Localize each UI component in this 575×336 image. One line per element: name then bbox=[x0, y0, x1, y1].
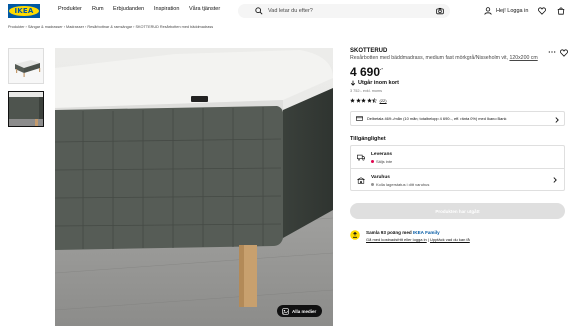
family-points-text: Samla 93 poäng med IKEA Family bbox=[366, 230, 440, 235]
price-suffix: .- bbox=[380, 66, 384, 72]
finance-offer[interactable]: Delbetala 469:-/mån (10 mån; totalbelopp… bbox=[350, 111, 565, 126]
status-dot-red bbox=[371, 159, 374, 163]
logo-text: IKEA bbox=[14, 7, 34, 15]
availability-box: Leverans Säljs inte Varuhus Kolla lagers… bbox=[350, 145, 565, 191]
product-description-text: Resårbotten med bäddmadrass, medium fast… bbox=[350, 55, 510, 61]
ikea-logo[interactable]: IKEA bbox=[8, 4, 40, 18]
family-points-prefix: Samla 93 poäng med bbox=[366, 230, 413, 235]
star-full-icon bbox=[366, 98, 372, 103]
family-join-link[interactable]: Gå med kostnadsfritt eller logga in bbox=[366, 237, 427, 242]
thumbnail-image-closeup bbox=[9, 92, 43, 126]
star-full-icon bbox=[355, 98, 361, 103]
favourite-heart-icon[interactable] bbox=[560, 49, 568, 57]
delivery-status: Säljs inte bbox=[371, 159, 392, 164]
gallery-icon bbox=[282, 307, 289, 315]
store-status: Kolla lagerstatus i ditt varuhus bbox=[371, 182, 429, 187]
nav-item-services[interactable]: Våra tjänster bbox=[189, 6, 220, 12]
truck-icon bbox=[357, 154, 365, 161]
buy-button-label: Produkten har utgått bbox=[435, 208, 480, 214]
delivery-title: Leverans bbox=[371, 152, 393, 157]
star-half-icon bbox=[372, 98, 377, 103]
product-rating[interactable]: (22) bbox=[350, 98, 387, 103]
finance-text: Delbetala 469:-/mån (10 mån; totalbelopp… bbox=[367, 116, 507, 121]
more-options-icon[interactable] bbox=[548, 50, 556, 54]
all-media-button[interactable]: Alla medier bbox=[277, 305, 322, 317]
search-placeholder: Vad letar du efter? bbox=[268, 7, 313, 14]
site-header: IKEA Produkter Rum Erbjudanden Inspirati… bbox=[0, 0, 575, 22]
heart-icon[interactable] bbox=[538, 7, 546, 15]
family-badge-icon bbox=[350, 230, 360, 240]
search-input[interactable]: Vad letar du efter? bbox=[238, 4, 450, 18]
cart-icon[interactable] bbox=[557, 7, 565, 15]
nav-item-inspiration[interactable]: Inspiration bbox=[154, 6, 179, 12]
nav-item-rooms[interactable]: Rum bbox=[92, 6, 104, 12]
delivery-row[interactable]: Leverans Säljs inte bbox=[351, 146, 564, 169]
thumbnail-image-product bbox=[9, 49, 43, 83]
product-description: Resårbotten med bäddmadrass, medium fast… bbox=[350, 55, 538, 61]
buy-button-disabled[interactable]: Produkten har utgått bbox=[350, 203, 565, 219]
availability-title: Tillgänglighet bbox=[350, 136, 386, 142]
family-links: Gå med kostnadsfritt eller logga in | Up… bbox=[366, 237, 470, 242]
search-icon bbox=[255, 7, 263, 15]
breadcrumb[interactable]: Produkter › Sängar & madrasser › Madrass… bbox=[8, 25, 213, 29]
chevron-right-icon bbox=[555, 116, 559, 123]
thumbnail-1[interactable] bbox=[8, 48, 44, 84]
arrow-down-icon bbox=[350, 80, 356, 86]
product-price: 4 690.- bbox=[350, 65, 383, 79]
star-full-icon bbox=[361, 98, 366, 103]
product-main-image[interactable]: Alla medier bbox=[55, 48, 333, 326]
camera-icon[interactable] bbox=[436, 7, 444, 15]
nav-item-products[interactable]: Produkter bbox=[58, 6, 82, 12]
nav-item-offers[interactable]: Erbjudanden bbox=[113, 6, 144, 12]
store-icon bbox=[357, 177, 365, 184]
all-media-label: Alla medier bbox=[292, 308, 317, 314]
status-dot-gray bbox=[371, 182, 374, 186]
star-full-icon bbox=[350, 98, 355, 103]
store-status-text: Kolla lagerstatus i ditt varuhus bbox=[376, 181, 430, 187]
family-discover-link[interactable]: Upptäck vad du kan få bbox=[430, 237, 470, 242]
delivery-status-text: Säljs inte bbox=[376, 158, 393, 164]
price-value: 4 690 bbox=[350, 65, 381, 79]
product-photo bbox=[55, 48, 333, 326]
rating-count[interactable]: (22) bbox=[380, 98, 387, 103]
stock-status: Utgår inom kort bbox=[350, 80, 399, 86]
credit-card-icon bbox=[356, 116, 363, 121]
user-icon[interactable] bbox=[484, 7, 492, 15]
logo-oval: IKEA bbox=[9, 6, 39, 16]
product-name: SKOTTERUD bbox=[350, 48, 388, 54]
store-title: Varuhus bbox=[371, 175, 390, 180]
product-size-link[interactable]: 120x200 cm bbox=[509, 55, 537, 61]
login-link[interactable]: Hej! Logga in bbox=[496, 8, 528, 14]
stock-label: Utgår inom kort bbox=[358, 80, 399, 86]
thumbnail-2[interactable] bbox=[8, 91, 44, 127]
price-excl-vat: 3 752:- exkl. moms bbox=[350, 89, 383, 93]
chevron-right-icon bbox=[553, 177, 557, 183]
store-row[interactable]: Varuhus Kolla lagerstatus i ditt varuhus bbox=[351, 169, 564, 192]
family-brand: IKEA Family bbox=[412, 230, 440, 235]
